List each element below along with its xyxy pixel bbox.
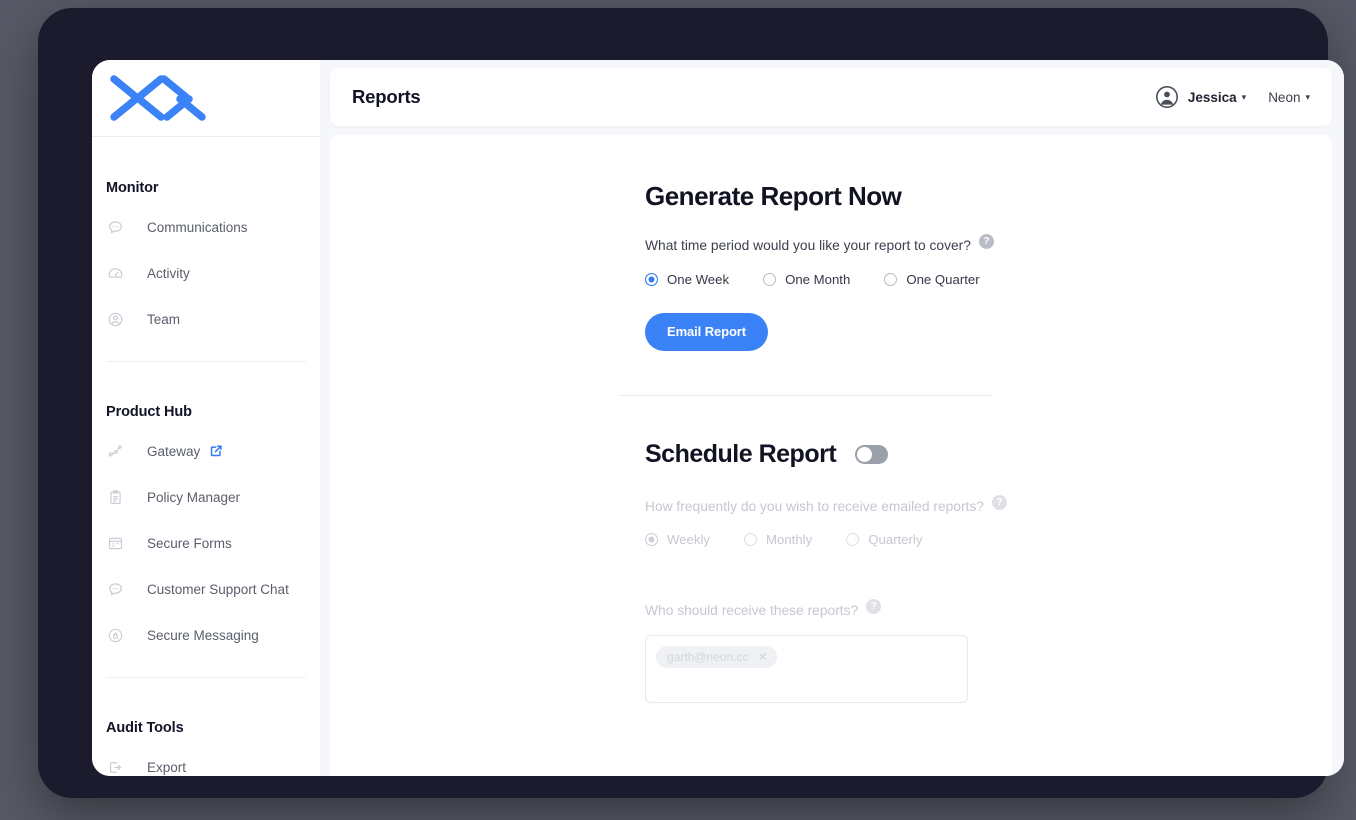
gauge-icon xyxy=(106,264,124,282)
radio-mark xyxy=(645,272,658,286)
reports-form: Generate Report Now What time period wou… xyxy=(619,135,1019,703)
sidebar-item-label: Secure Forms xyxy=(147,535,232,551)
frequency-radio-group: Weekly Monthly Quarterly xyxy=(645,532,1019,547)
clipboard-icon xyxy=(106,488,124,506)
user-menu[interactable]: Jessica ▾ xyxy=(1155,85,1246,109)
network-node-icon xyxy=(106,442,124,460)
sidebar-item-label: Policy Manager xyxy=(147,489,241,505)
recipient-chip[interactable]: garth@neon.cc ✕ xyxy=(656,645,777,668)
schedule-report-heading: Schedule Report xyxy=(645,439,837,468)
sidebar-item-label: Gateway xyxy=(147,443,201,459)
recipients-input[interactable]: garth@neon.cc ✕ xyxy=(645,634,968,703)
chevron-logo[interactable] xyxy=(106,70,210,126)
section-title-product-hub: Product Hub xyxy=(106,404,192,420)
sidebar-item-team[interactable]: Team xyxy=(92,304,320,334)
radio-one-week[interactable]: One Week xyxy=(645,272,729,287)
radio-mark xyxy=(645,533,658,547)
radio-label: Weekly xyxy=(667,532,710,548)
radio-mark xyxy=(763,272,777,286)
radio-label: One Week xyxy=(667,271,730,287)
logo-area xyxy=(92,60,320,137)
radio-one-month[interactable]: One Month xyxy=(763,272,850,287)
user-name: Jessica xyxy=(1187,89,1237,105)
user-avatar-icon xyxy=(1155,85,1179,109)
content-card: Generate Report Now What time period wou… xyxy=(330,135,1332,776)
schedule-report-body: How frequently do you wish to receive em… xyxy=(645,494,1019,703)
sidebar-item-secure-forms[interactable]: Secure Forms xyxy=(92,528,320,558)
chevron-down-icon: ▾ xyxy=(1305,91,1310,102)
page-title: Reports xyxy=(352,86,421,107)
radio-mark xyxy=(884,272,898,286)
sidebar-item-label: Communications xyxy=(147,219,248,235)
section-title-audit-tools: Audit Tools xyxy=(106,720,184,736)
frequency-question: How frequently do you wish to receive em… xyxy=(645,494,1019,516)
radio-label: One Quarter xyxy=(906,271,980,287)
radio-label: One Month xyxy=(785,271,851,287)
app-window: Monitor Communications Activity Team Pro… xyxy=(92,60,1344,776)
sidebar-item-label: Secure Messaging xyxy=(147,627,259,643)
export-arrow-icon xyxy=(106,758,124,776)
sidebar-item-label: Activity xyxy=(147,265,190,281)
user-circle-icon xyxy=(106,310,124,328)
frequency-question-text: How frequently do you wish to receive em… xyxy=(645,498,984,514)
top-bar: Reports Jessica ▾ Neon ▾ xyxy=(330,68,1332,126)
sidebar-item-policy-manager[interactable]: Policy Manager xyxy=(92,482,320,512)
recipients-question: Who should receive these reports? ? xyxy=(645,599,1019,620)
right-pane: Reports Jessica ▾ Neon ▾ Generate Report… xyxy=(320,60,1344,776)
radio-mark xyxy=(846,533,860,547)
chevron-down-icon: ▾ xyxy=(1241,91,1247,102)
sidebar: Monitor Communications Activity Team Pro… xyxy=(92,60,320,776)
radio-quarterly[interactable]: Quarterly xyxy=(846,532,922,547)
sidebar-section-audit-tools: Audit Tools Export xyxy=(92,720,320,776)
sidebar-item-gateway[interactable]: Gateway xyxy=(92,436,320,466)
form-window-icon xyxy=(106,534,124,552)
time-period-question: What time period would you like your rep… xyxy=(645,234,1019,255)
help-question-icon[interactable]: ? xyxy=(991,494,1007,510)
external-link-icon[interactable] xyxy=(209,444,223,458)
org-menu[interactable]: Neon ▾ xyxy=(1268,90,1310,105)
sidebar-divider xyxy=(106,677,306,678)
sidebar-item-communications[interactable]: Communications xyxy=(92,212,320,242)
chat-bubble-icon xyxy=(106,218,124,236)
radio-one-quarter[interactable]: One Quarter xyxy=(884,271,980,287)
sidebar-divider xyxy=(106,361,306,362)
top-bar-right: Jessica ▾ Neon ▾ xyxy=(1155,85,1310,109)
radio-mark xyxy=(744,533,757,547)
help-question-icon[interactable]: ? xyxy=(866,599,882,615)
sidebar-item-export[interactable]: Export xyxy=(92,752,320,776)
schedule-report-header: Schedule Report xyxy=(645,440,1019,469)
remove-recipient-icon[interactable]: ✕ xyxy=(758,651,768,663)
sidebar-item-activity[interactable]: Activity xyxy=(92,258,320,288)
sidebar-item-label: Customer Support Chat xyxy=(147,581,289,597)
lock-bubble-icon xyxy=(106,626,124,644)
recipient-email: garth@neon.cc xyxy=(667,649,749,664)
sidebar-section-product-hub: Product Hub Gateway Policy Manager Secur… xyxy=(92,404,320,650)
radio-weekly[interactable]: Weekly xyxy=(645,532,710,547)
recipients-question-text: Who should receive these reports? xyxy=(645,603,859,619)
chat-bubble-icon xyxy=(106,580,124,598)
time-period-radio-group: One Week One Month One Quarter xyxy=(645,272,1019,287)
sidebar-item-customer-support-chat[interactable]: Customer Support Chat xyxy=(92,574,320,604)
toggle-knob xyxy=(857,446,873,462)
schedule-report-toggle[interactable] xyxy=(855,444,889,464)
radio-monthly[interactable]: Monthly xyxy=(744,532,812,547)
time-period-question-text: What time period would you like your rep… xyxy=(645,238,971,253)
sidebar-section-monitor: Monitor Communications Activity Team xyxy=(92,180,320,334)
help-question-icon[interactable]: ? xyxy=(978,234,994,249)
section-divider xyxy=(619,394,993,396)
sidebar-item-secure-messaging[interactable]: Secure Messaging xyxy=(92,620,320,650)
radio-label: Monthly xyxy=(766,532,813,548)
sidebar-item-label: Team xyxy=(147,311,181,327)
radio-label: Quarterly xyxy=(868,532,923,548)
device-frame: Monitor Communications Activity Team Pro… xyxy=(38,8,1344,798)
generate-report-heading: Generate Report Now xyxy=(645,181,902,211)
section-title-monitor: Monitor xyxy=(106,180,159,196)
email-report-button[interactable]: Email Report xyxy=(645,312,768,351)
org-name: Neon xyxy=(1268,89,1301,105)
sidebar-item-label: Export xyxy=(147,759,187,775)
